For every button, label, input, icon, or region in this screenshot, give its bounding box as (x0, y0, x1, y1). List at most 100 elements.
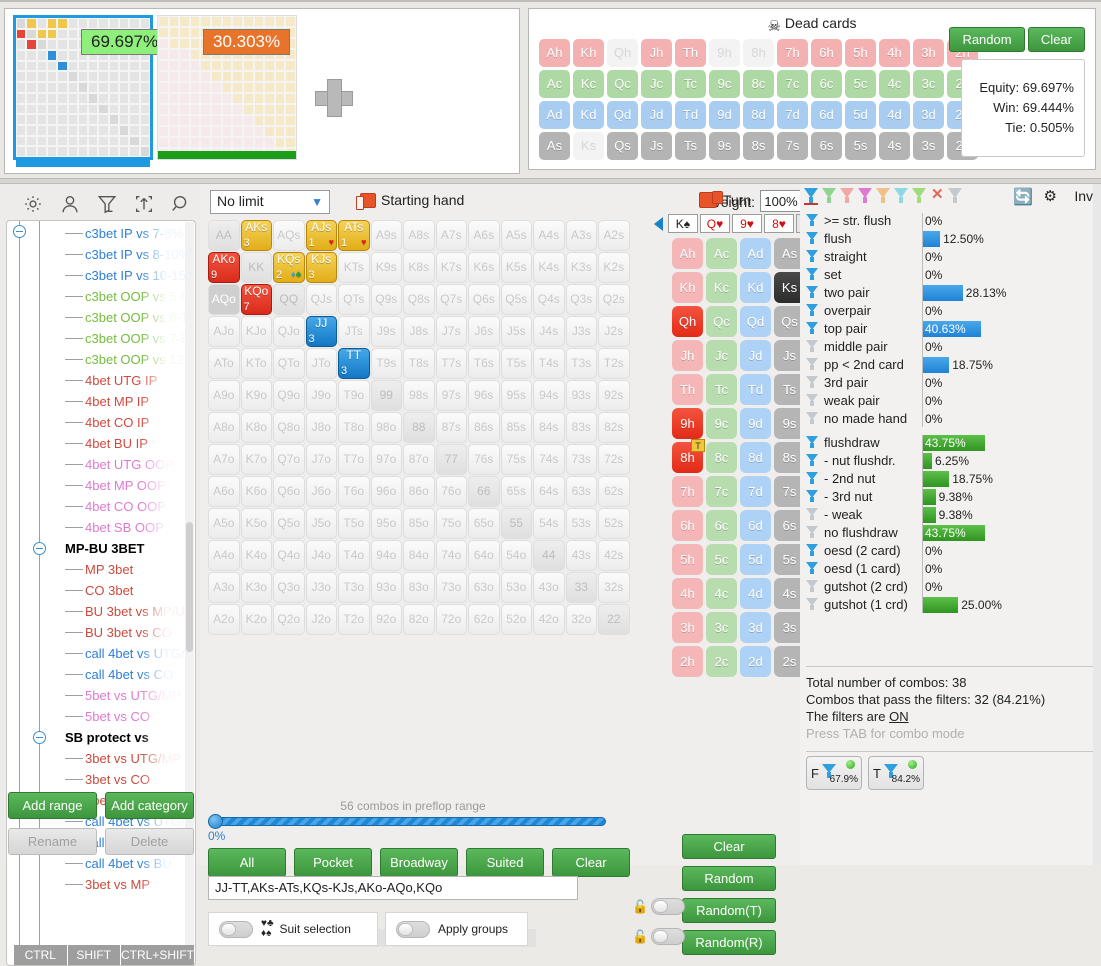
matrix-cell-85o[interactable]: 85o (403, 508, 435, 539)
filter-row-gutshot-2-crd-[interactable]: gutshot (2 crd) 0% (804, 578, 1097, 596)
hand-matrix[interactable]: AA AKs 3 AQs AJs 1 ♥ ATs 1 ♥ A9s A8s A7s A6s A5s A4s A3s… (208, 220, 630, 635)
filter-row-no-flushdraw[interactable]: no flushdraw 43.75% (804, 524, 1097, 542)
filter-row-set[interactable]: set 0% (804, 266, 1097, 284)
matrix-cell-A4s[interactable]: A4s (533, 220, 565, 251)
matrix-cell-Q4s[interactable]: Q4s (533, 284, 565, 315)
matrix-cell-42s[interactable]: 42s (598, 540, 630, 571)
matrix-cell-A6o[interactable]: A6o (208, 476, 240, 507)
matrix-cell-95o[interactable]: 95o (370, 508, 402, 539)
filter-row--weak[interactable]: - weak 9.38% (804, 506, 1097, 524)
filter-row-top-pair[interactable]: top pair 40.63% (804, 320, 1097, 338)
funnel-icon[interactable] (806, 580, 819, 594)
board-slot-1[interactable]: K♠ (668, 214, 698, 233)
matrix-cell-K2o[interactable]: K2o (240, 604, 272, 635)
dead-card-As[interactable]: As (539, 132, 570, 160)
board-card-4d[interactable]: 4d (740, 578, 771, 609)
board-card-3c[interactable]: 3c (706, 612, 737, 643)
matrix-cell-65o[interactable]: 65o (468, 508, 500, 539)
dead-card-Qh[interactable]: Qh (607, 39, 638, 67)
filter-row--str-flush[interactable]: >= str. flush 0% (804, 212, 1097, 230)
matrix-cell-K2s[interactable]: K2s (598, 252, 630, 283)
matrix-cell-52o[interactable]: 52o (500, 604, 532, 635)
matrix-cell-KJo[interactable]: KJo (240, 316, 272, 347)
matrix-cell-T6o[interactable]: T6o (338, 476, 370, 507)
matrix-cell-94s[interactable]: 94s (533, 380, 565, 411)
dead-card-5s[interactable]: 5s (845, 132, 876, 160)
filter-row-3rd-pair[interactable]: 3rd pair 0% (804, 374, 1097, 392)
board-card-Qh[interactable]: Qh (672, 306, 703, 337)
lock-turn-toggle[interactable] (651, 898, 686, 915)
board-slot-3[interactable]: 9♥ (732, 214, 762, 233)
matrix-cell-Q6s[interactable]: Q6s (468, 284, 500, 315)
filter-row-gutshot-1-crd-[interactable]: gutshot (1 crd) 25.00% (804, 596, 1097, 614)
matrix-cell-AA[interactable]: AA (208, 220, 240, 251)
matrix-cell-T4o[interactable]: T4o (338, 540, 370, 571)
funnel-icon[interactable] (806, 526, 819, 540)
matrix-cell-J6o[interactable]: J6o (305, 476, 337, 507)
board-randomr-button[interactable]: Random(R) (682, 930, 776, 955)
matrix-cell-J7s[interactable]: J7s (435, 316, 467, 347)
funnel-icon[interactable] (806, 250, 819, 264)
matrix-cell-QJo[interactable]: QJo (273, 316, 305, 347)
matrix-cell-KJs[interactable]: KJs 3 (305, 252, 337, 283)
matrix-cell-KQo[interactable]: KQo 7 (240, 284, 272, 315)
board-card-2d[interactable]: 2d (740, 646, 771, 677)
board-card-Qd[interactable]: Qd (740, 306, 771, 337)
board-card-4c[interactable]: 4c (706, 578, 737, 609)
dead-card-9s[interactable]: 9s (709, 132, 740, 160)
matrix-cell-K8o[interactable]: K8o (240, 412, 272, 443)
matrix-cell-ATo[interactable]: ATo (208, 348, 240, 379)
matrix-cell-QTo[interactable]: QTo (273, 348, 305, 379)
matrix-cell-77[interactable]: 77 (435, 444, 467, 475)
matrix-cell-KQs[interactable]: KQs 2 ♦♣ (273, 252, 305, 283)
board-card-2h[interactable]: 2h (672, 646, 703, 677)
filter-row--3rd-nut[interactable]: - 3rd nut 9.38% (804, 488, 1097, 506)
matrix-cell-T8o[interactable]: T8o (338, 412, 370, 443)
dead-card-Jd[interactable]: Jd (641, 101, 672, 129)
matrix-cell-83o[interactable]: 83o (403, 572, 435, 603)
funnel-icon[interactable] (806, 232, 819, 246)
street-badge-T[interactable]: T 84.2% (868, 756, 924, 790)
matrix-cell-92o[interactable]: 92o (370, 604, 402, 635)
matrix-cell-A2s[interactable]: A2s (598, 220, 630, 251)
matrix-cell-A6s[interactable]: A6s (468, 220, 500, 251)
matrix-cell-K4o[interactable]: K4o (240, 540, 272, 571)
funnel-icon[interactable] (806, 322, 819, 336)
invert-filters-button[interactable]: Inv (1074, 188, 1093, 204)
matrix-cell-87s[interactable]: 87s (435, 412, 467, 443)
dead-card-Qd[interactable]: Qd (607, 101, 638, 129)
matrix-cell-98o[interactable]: 98o (370, 412, 402, 443)
matrix-cell-Q7s[interactable]: Q7s (435, 284, 467, 315)
dead-card-6c[interactable]: 6c (811, 70, 842, 98)
dead-card-Js[interactable]: Js (641, 132, 672, 160)
matrix-cell-J7o[interactable]: J7o (305, 444, 337, 475)
funnel-preset-5[interactable] (876, 188, 891, 204)
matrix-cell-53s[interactable]: 53s (565, 508, 597, 539)
matrix-cell-A7o[interactable]: A7o (208, 444, 240, 475)
matrix-cell-Q3o[interactable]: Q3o (273, 572, 305, 603)
matrix-cell-AQs[interactable]: AQs (273, 220, 305, 251)
matrix-cell-K7o[interactable]: K7o (240, 444, 272, 475)
dead-card-Ts[interactable]: Ts (675, 132, 706, 160)
dead-card-Kd[interactable]: Kd (573, 101, 604, 129)
board-randomt-button[interactable]: Random(T) (682, 898, 776, 923)
funnel-preset-2[interactable] (822, 188, 837, 204)
quick-all-button[interactable]: All (208, 848, 286, 877)
board-random-button[interactable]: Random (682, 866, 776, 891)
matrix-cell-Q3s[interactable]: Q3s (565, 284, 597, 315)
board-card-Td[interactable]: Td (740, 374, 771, 405)
matrix-cell-62o[interactable]: 62o (468, 604, 500, 635)
filter-row--nut-flushdr-[interactable]: - nut flushdr. 6.25% (804, 452, 1097, 470)
matrix-cell-72s[interactable]: 72s (598, 444, 630, 475)
board-card-2c[interactable]: 2c (706, 646, 737, 677)
funnel-icon[interactable] (806, 454, 819, 468)
dead-card-Kh[interactable]: Kh (573, 39, 604, 67)
matrix-cell-K7s[interactable]: K7s (435, 252, 467, 283)
matrix-cell-KTo[interactable]: KTo (240, 348, 272, 379)
board-card-Th[interactable]: Th (672, 374, 703, 405)
matrix-cell-A9s[interactable]: A9s (370, 220, 402, 251)
matrix-cell-43s[interactable]: 43s (565, 540, 597, 571)
funnel-icon[interactable] (806, 358, 819, 372)
matrix-cell-A4o[interactable]: A4o (208, 540, 240, 571)
matrix-cell-JTs[interactable]: JTs (338, 316, 370, 347)
